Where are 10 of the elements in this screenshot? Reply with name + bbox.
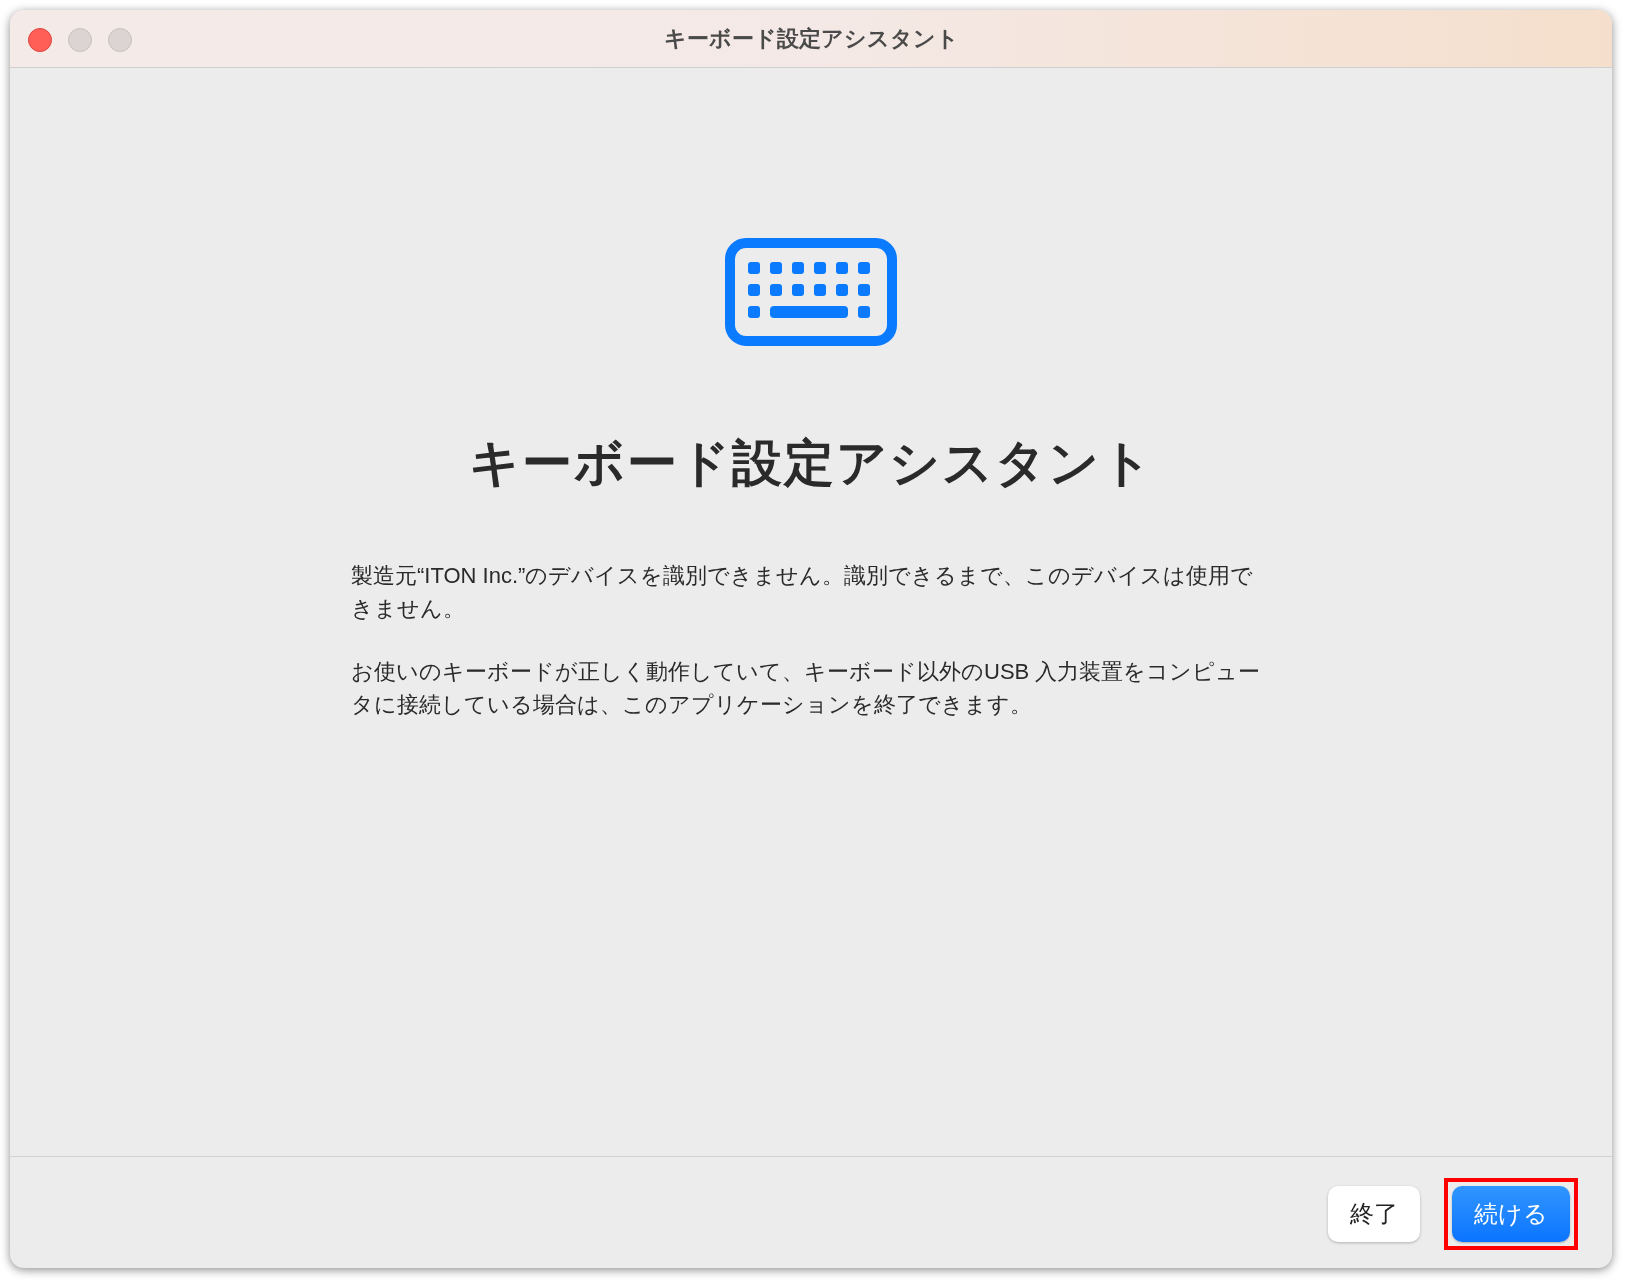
close-window-button[interactable] xyxy=(28,28,52,52)
keyboard-icon xyxy=(725,238,897,346)
minimize-window-button[interactable] xyxy=(68,28,92,52)
window-title: キーボード設定アシスタント xyxy=(663,25,959,53)
message-paragraph: お使いのキーボードが正しく動作していて、キーボード以外のUSB 入力装置をコンピュータに接続している場合は、このアプリケーションを終了できます。 xyxy=(351,658,1262,719)
continue-button[interactable]: 続ける xyxy=(1452,1185,1570,1242)
message-paragraph: 製造元“ITON Inc.”のデバイスを識別できません。識別できるまで、このデバイスは使用できません。 xyxy=(351,562,1255,623)
heading: キーボード設定アシスタント xyxy=(468,434,1154,493)
zoom-window-button[interactable] xyxy=(108,28,132,52)
quit-button[interactable]: 終了 xyxy=(1328,1185,1420,1242)
